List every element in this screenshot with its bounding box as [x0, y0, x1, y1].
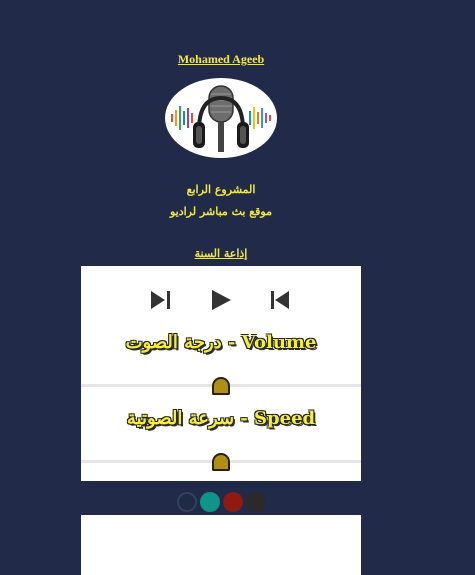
author-name: Mohamed Ageeb [177, 52, 265, 66]
theme-swatch-teal[interactable] [200, 492, 220, 512]
theme-color-picker [177, 492, 267, 512]
volume-label: درجة الصوت - Volume [125, 332, 317, 353]
theme-swatch-navy[interactable] [177, 492, 197, 512]
skip-next-icon [151, 291, 170, 309]
previous-track-button[interactable] [267, 288, 293, 312]
player-panel: درجة الصوت - Volume سرعة الصوتية - Speed [81, 266, 361, 481]
site-description: موقع بث مباشر لراديو [169, 205, 272, 218]
volume-slider-thumb[interactable] [212, 377, 230, 395]
next-track-button[interactable] [149, 288, 175, 312]
speed-label: سرعة الصوتية - Speed [126, 408, 316, 429]
player-controls [81, 288, 361, 312]
skip-previous-icon [271, 291, 289, 309]
microphone-headphones-logo [171, 85, 271, 152]
project-subtitle: المشروع الرابع [186, 183, 256, 196]
station-title: إذاعة السنة [194, 247, 248, 260]
play-button[interactable] [208, 288, 234, 312]
theme-swatch-red[interactable] [223, 492, 243, 512]
speed-slider-thumb[interactable] [212, 453, 230, 471]
play-icon [212, 290, 231, 310]
theme-swatch-dark[interactable] [246, 492, 266, 512]
secondary-panel [81, 515, 361, 575]
radio-logo [165, 78, 277, 158]
